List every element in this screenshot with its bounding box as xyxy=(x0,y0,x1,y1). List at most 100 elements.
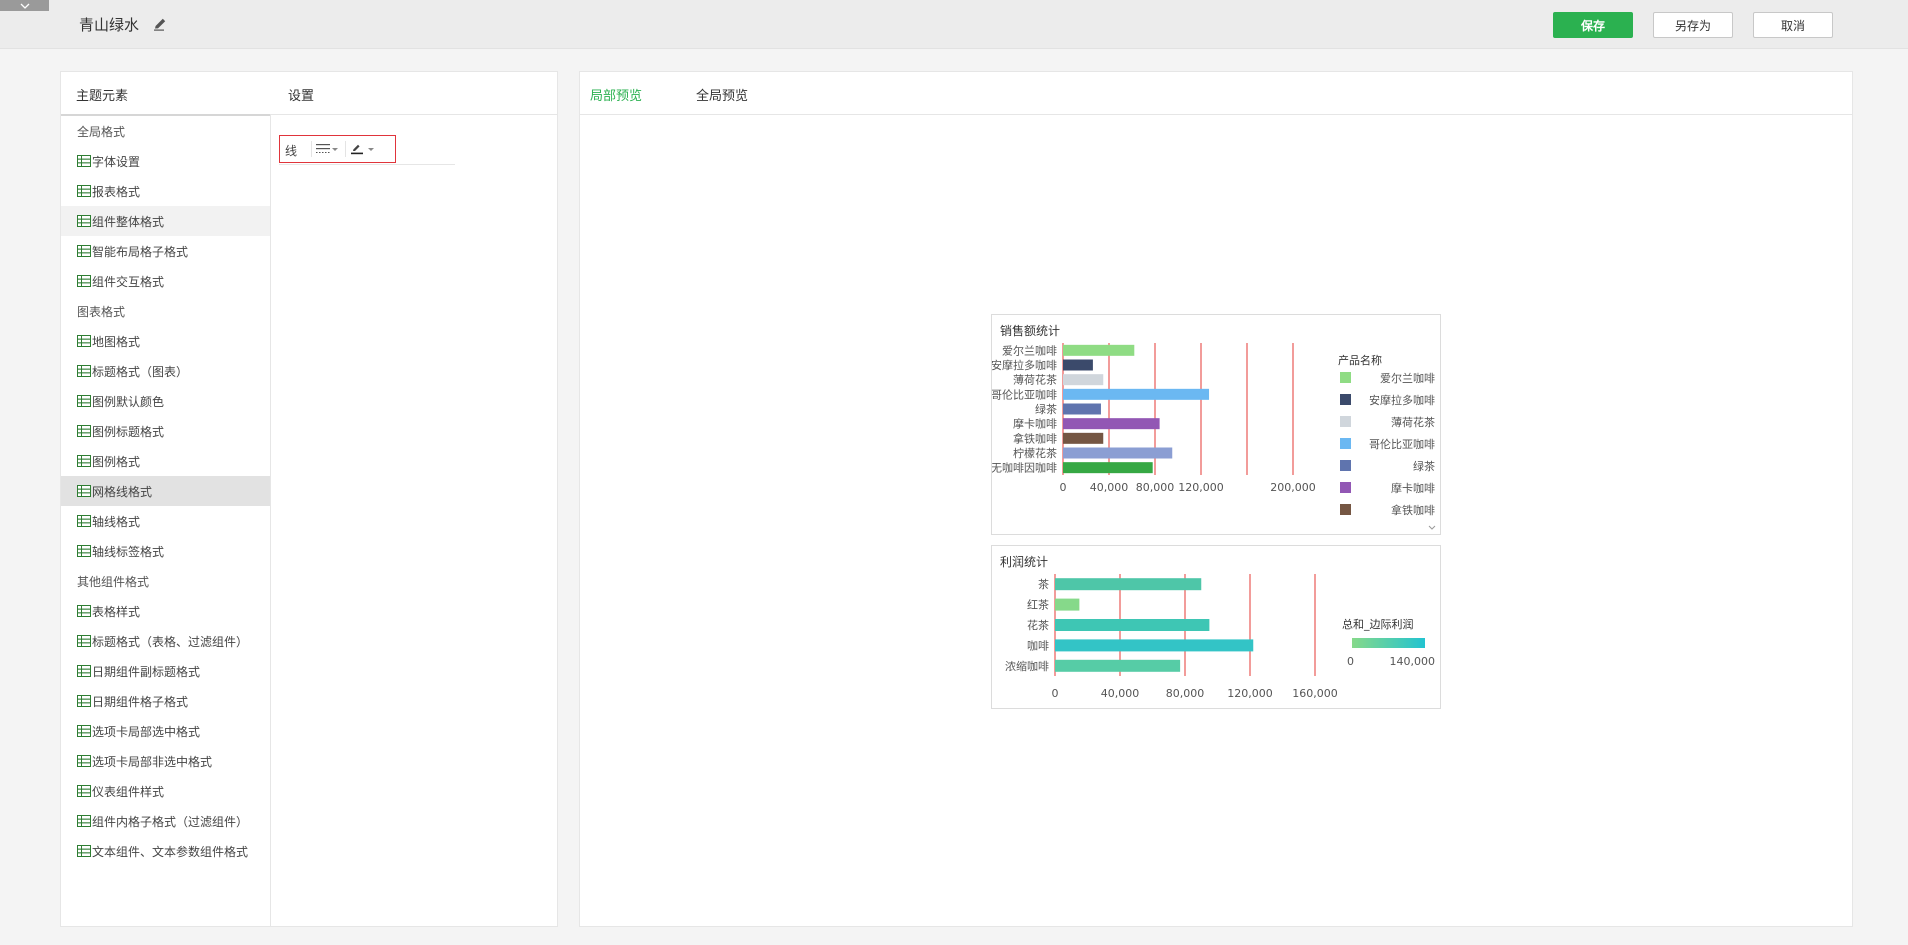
x-tick-label: 120,000 xyxy=(1227,687,1273,700)
tree-item-8[interactable]: 标题格式（图表） xyxy=(61,356,270,386)
tree-item-17[interactable]: 标题格式（表格、过滤组件） xyxy=(61,626,270,656)
chart-title: 利润统计 xyxy=(1000,555,1048,569)
tab-global-preview[interactable]: 全局预览 xyxy=(696,85,748,104)
tree-item-label: 仪表组件样式 xyxy=(92,784,165,799)
cancel-button[interactable]: 取消 xyxy=(1753,12,1833,38)
category-label: 无咖啡因咖啡 xyxy=(992,461,1057,475)
tree-item-label: 图例格式 xyxy=(92,454,141,469)
line-color-dropdown[interactable] xyxy=(345,141,379,157)
tree-group-15: 其他组件格式 xyxy=(61,566,270,596)
theme-editor-panel: 主题元素 设置 全局格式 字体设置 报表格式 组件整体格式 智能布局格子格式 组件交互格式… xyxy=(60,71,558,927)
bar xyxy=(1063,418,1160,430)
legend-swatch xyxy=(1340,372,1351,383)
pencil-edit-icon[interactable] xyxy=(152,16,168,32)
tree-item-label: 选项卡局部选中格式 xyxy=(92,724,201,739)
tree-item-10[interactable]: 图例标题格式 xyxy=(61,416,270,446)
tree-item-label: 日期组件副标题格式 xyxy=(92,664,201,679)
chart-title: 销售额统计 xyxy=(1000,323,1060,338)
category-label: 花茶 xyxy=(1027,619,1049,632)
tree-item-13[interactable]: 轴线格式 xyxy=(61,506,270,536)
tree-item-1[interactable]: 字体设置 xyxy=(61,146,270,176)
tree-item-11[interactable]: 图例格式 xyxy=(61,446,270,476)
legend-entry: 绿茶 xyxy=(1413,459,1435,473)
table-format-icon xyxy=(77,725,91,737)
sales-chart-svg: 销售额统计爱尔兰咖啡安摩拉多咖啡薄荷花茶哥伦比亚咖啡绿茶摩卡咖啡拿铁咖啡柠檬花茶… xyxy=(992,323,1436,530)
tree-item-2[interactable]: 报表格式 xyxy=(61,176,270,206)
tree-item-4[interactable]: 智能布局格子格式 xyxy=(61,236,270,266)
tree-item-12[interactable]: 网格线格式 xyxy=(61,476,270,506)
tree-item-24[interactable]: 文本组件、文本参数组件格式 xyxy=(61,836,270,866)
category-label: 拿铁咖啡 xyxy=(1013,431,1057,445)
tree-item-23[interactable]: 组件内格子格式（过滤组件） xyxy=(61,806,270,836)
legend-gradient-bar xyxy=(1352,638,1425,648)
tab-local-preview[interactable]: 局部预览 xyxy=(590,85,642,104)
gridline-setting-row: 线 xyxy=(279,135,455,165)
table-format-icon xyxy=(77,665,91,677)
category-label: 红茶 xyxy=(1027,599,1049,612)
table-format-icon xyxy=(77,845,91,857)
tab-theme-elements[interactable]: 主题元素 xyxy=(76,85,128,104)
tree-item-label: 图表格式 xyxy=(77,304,126,319)
bar xyxy=(1055,639,1254,652)
save-as-button[interactable]: 另存为 xyxy=(1653,12,1733,38)
tree-item-label: 日期组件格子格式 xyxy=(92,694,189,709)
top-bar: 青山绿水 保存 另存为 取消 xyxy=(0,0,1908,49)
table-format-icon xyxy=(77,155,91,167)
tree-item-5[interactable]: 组件交互格式 xyxy=(61,266,270,296)
collapse-toggle-button[interactable] xyxy=(0,0,49,11)
tree-item-19[interactable]: 日期组件格子格式 xyxy=(61,686,270,716)
tree-item-16[interactable]: 表格样式 xyxy=(61,596,270,626)
bar xyxy=(1055,619,1210,631)
table-format-icon xyxy=(77,515,91,527)
table-format-icon xyxy=(77,455,91,467)
tree-item-9[interactable]: 图例默认颜色 xyxy=(61,386,270,416)
table-format-icon xyxy=(77,215,91,227)
x-tick-label: 0 xyxy=(1052,687,1059,700)
save-button[interactable]: 保存 xyxy=(1553,12,1633,38)
tree-item-3[interactable]: 组件整体格式 xyxy=(61,206,270,236)
tab-settings[interactable]: 设置 xyxy=(288,85,314,104)
table-format-icon xyxy=(77,425,91,437)
tree-item-7[interactable]: 地图格式 xyxy=(61,326,270,356)
legend-entry: 拿铁咖啡 xyxy=(1391,503,1435,517)
category-label: 薄荷花茶 xyxy=(1013,373,1057,387)
legend-entry: 哥伦比亚咖啡 xyxy=(1369,437,1435,451)
profit-legend: 总和_边际利润 0 140,000 xyxy=(1342,617,1435,668)
preview-header: 局部预览 全局预览 xyxy=(580,72,1852,115)
profit-chart-card[interactable]: 利润统计茶红茶 花茶 咖啡 浓缩咖啡 0 40,000 80,000 120,000 160,0… xyxy=(991,545,1441,709)
bar xyxy=(1063,359,1093,371)
chevron-down-icon xyxy=(20,3,29,9)
tree-item-20[interactable]: 选项卡局部选中格式 xyxy=(61,716,270,746)
category-label: 柠檬花茶 xyxy=(1013,446,1057,460)
sales-chart-card[interactable]: 销售额统计 爱尔兰咖啡 安摩拉多咖啡 薄荷花茶 哥伦比亚咖啡 绿茶 摩卡咖啡 拿铁咖啡 柠檬花茶… xyxy=(991,314,1441,535)
x-tick-label: 160,000 xyxy=(1292,687,1338,700)
table-format-icon xyxy=(77,815,91,827)
table-format-icon xyxy=(77,695,91,707)
tree-item-label: 报表格式 xyxy=(92,184,141,199)
bar xyxy=(1063,432,1104,444)
table-format-icon xyxy=(77,245,91,257)
category-label: 绿茶 xyxy=(1035,402,1057,416)
table-format-icon xyxy=(77,185,91,197)
tree-item-22[interactable]: 仪表组件样式 xyxy=(61,776,270,806)
tree-item-label: 文本组件、文本参数组件格式 xyxy=(92,844,249,859)
tree-item-21[interactable]: 选项卡局部非选中格式 xyxy=(61,746,270,776)
line-style-icon xyxy=(316,144,338,153)
setting-label-line: 线 xyxy=(285,144,298,158)
category-label: 咖啡 xyxy=(1027,638,1049,652)
tree-item-14[interactable]: 轴线标签格式 xyxy=(61,536,270,566)
category-label: 茶 xyxy=(1038,578,1049,591)
table-format-icon xyxy=(77,785,91,797)
tree-item-label: 表格样式 xyxy=(92,604,141,619)
sales-legend: 产品名称爱尔兰咖啡安摩拉多咖啡薄荷花茶哥伦比亚咖啡绿茶摩卡咖啡拿铁咖啡 xyxy=(1338,353,1436,530)
category-label: 浓缩咖啡 xyxy=(1005,659,1049,673)
tree-item-label: 智能布局格子格式 xyxy=(92,244,189,259)
category-label: 安摩拉多咖啡 xyxy=(992,358,1057,372)
tree-item-18[interactable]: 日期组件副标题格式 xyxy=(61,656,270,686)
legend-max-label: 140,000 xyxy=(1390,655,1436,668)
line-style-dropdown[interactable] xyxy=(311,141,341,157)
table-format-icon xyxy=(77,395,91,407)
bar xyxy=(1063,344,1135,356)
settings-area: 线 xyxy=(279,135,455,165)
category-label: 哥伦比亚咖啡 xyxy=(992,387,1057,401)
